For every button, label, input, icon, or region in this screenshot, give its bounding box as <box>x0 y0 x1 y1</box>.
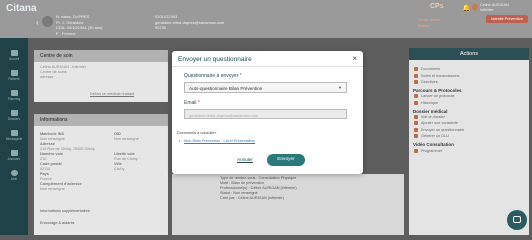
patient-avatar <box>42 16 53 27</box>
sidebar-item-label: Patients <box>8 77 20 81</box>
bell-icon[interactable]: 🔔 <box>462 4 471 12</box>
actions-section-parcours: Parcours & Protocoles Lancer un protocol… <box>409 88 529 106</box>
info-label: Code postal <box>40 162 62 166</box>
patient-line: F - Femme <box>56 30 76 36</box>
email-field[interactable]: geraldine.reisd-dupres@sanamsw.com <box>184 109 347 119</box>
set-doctor-link[interactable]: Définir ce médecin traitant <box>90 92 134 97</box>
info-col-right: OID Non renseigné Libellé voie Rue de Cl… <box>114 132 164 172</box>
patient-contact: 0201022403 geraldine.reisd-dupres@sanams… <box>155 14 224 31</box>
help-icon <box>10 170 18 176</box>
info-panel: Informations Matricule INS Non renseigné… <box>34 114 168 235</box>
sidebar-item-label: Aide <box>10 177 18 181</box>
questionnaire-modal: Envoyer un questionnaire × Questionnaire… <box>172 51 363 174</box>
sidebar-item-patients[interactable]: Patients <box>0 70 28 81</box>
notify-link[interactable]: Notifier <box>418 23 440 29</box>
user-avatar <box>472 4 478 10</box>
actions-section-video: Vidéo Consultation Programmer <box>409 142 529 153</box>
sidebar-item-messagerie[interactable]: Messagerie <box>0 130 28 141</box>
sidebar-item-aide[interactable]: Aide <box>0 170 28 181</box>
info-value: Non renseigné <box>40 187 65 191</box>
entourage-section[interactable]: Entourage & aidants <box>40 221 74 226</box>
sidebar-item-annuaire[interactable]: Annuaire <box>0 150 28 161</box>
chevron-down-icon: ▼ <box>338 85 342 90</box>
patient-line: CDA: 04/10/1981 (39 ans) <box>56 25 103 30</box>
app-logo: Citana <box>6 3 37 14</box>
back-arrow-icon[interactable]: ‹ <box>36 18 39 27</box>
documents-label: Documents à consulter : <box>177 131 218 135</box>
questionnaire-label: Questionnaire à envoyer * <box>184 73 242 79</box>
top-bar: Citana ‹ N. naiss. DUPRES Pr. J. Géraldi… <box>0 0 532 38</box>
user-role: Infirmier <box>480 8 494 12</box>
questionnaire-selected-value: Auto-questionnaire Bilan Prévention <box>189 85 263 91</box>
email-label-text: Email <box>184 100 197 106</box>
sidebar-item-label: Dossiers <box>7 117 21 121</box>
centre-line: adresse <box>40 75 54 79</box>
patient-summary: N. naiss. DUPRES Pr. J. Géraldine CDA: 0… <box>42 14 103 36</box>
consultation-details: Type de rendez-vous : Consultation Physi… <box>220 176 297 201</box>
actions-section-docs: Documents Notes et transmissions Directi… <box>409 66 529 85</box>
info-label: Libellé voie <box>114 152 135 156</box>
required-marker: * <box>197 100 200 106</box>
users-icon <box>10 70 18 76</box>
book-icon <box>10 150 18 156</box>
centre-title: Centre de soin <box>34 50 168 62</box>
info-col-left: Matricule INS Non renseigné Adresse 210 … <box>40 132 100 192</box>
email-label: Email * <box>184 100 200 106</box>
sidebar-item-label: Planning <box>7 97 21 101</box>
close-icon[interactable]: × <box>352 54 357 63</box>
consult-line: Créé par : Céline AURIGAN (infirmier) <box>220 196 284 200</box>
sidebar-item-dossiers[interactable]: Dossiers <box>0 110 28 121</box>
sidebar-item-label: Annuaire <box>7 157 21 161</box>
questionnaire-label-text: Questionnaire à envoyer <box>184 73 239 79</box>
actions-title: Actions <box>409 48 529 60</box>
action-directives[interactable]: Directives <box>411 79 527 85</box>
sidebar-item-label: Accueil <box>8 57 20 61</box>
questionnaire-select[interactable]: Auto-questionnaire Bilan Prévention ▼ <box>184 82 347 93</box>
info-label: Complément d'adresse <box>40 182 82 186</box>
info-label: OID <box>114 132 121 136</box>
folder-icon <box>10 110 18 116</box>
info-title: Informations <box>34 114 168 126</box>
sidebar-item-accueil[interactable]: Accueil <box>0 50 28 61</box>
send-button[interactable]: Envoyer <box>267 154 305 166</box>
chat-button[interactable] <box>507 210 527 230</box>
action-schedule[interactable]: Programmer <box>411 147 527 153</box>
app-root: Citana ‹ N. naiss. DUPRES Pr. J. Géraldi… <box>0 0 532 235</box>
calendar-icon <box>10 90 18 96</box>
extra-info-section[interactable]: Informations supplémentaires <box>40 209 90 214</box>
required-marker: * <box>239 73 242 79</box>
chat-icon <box>513 216 521 223</box>
info-label: Pays <box>40 172 49 176</box>
postal-line: 95730 <box>155 25 167 30</box>
info-value: Clichy <box>114 167 125 171</box>
action-generate-dlu[interactable]: Générer un DLU <box>411 133 527 139</box>
action-history[interactable]: Historique <box>411 100 527 106</box>
identity-button[interactable]: Identité Prévention <box>486 15 528 23</box>
home-icon <box>10 50 18 56</box>
info-label: Adresse <box>40 142 55 146</box>
sidebar-item-label: Messagerie <box>5 137 23 141</box>
info-label: Matricule INS <box>40 132 65 136</box>
actions-panel: Actions Documents Notes et transmissions… <box>409 48 529 235</box>
info-label: Numéro voie <box>40 152 63 156</box>
centre-panel: Centre de soin Céline AURIGAN - Infirmie… <box>34 50 168 102</box>
message-icon <box>10 130 18 136</box>
alerts-links: Alerte active Notifier <box>418 17 440 29</box>
sidebar: Accueil Patients Planning Dossiers Messa… <box>0 38 28 235</box>
info-label: Ville <box>114 162 122 166</box>
modal-title: Envoyer un questionnaire <box>178 56 252 63</box>
cancel-button[interactable]: Annuler <box>237 157 253 162</box>
document-link[interactable]: Mon Bilan Prévention - Livret Présentati… <box>179 139 255 143</box>
actions-section-dossier: Dossier médical Voir le dossier Ajouter … <box>409 109 529 140</box>
modal-divider <box>172 66 363 67</box>
sidebar-item-planning[interactable]: Planning <box>0 90 28 101</box>
current-user[interactable]: Celine AURIGAN Infirmier <box>472 3 509 13</box>
centre-details: Céline AURIGAN - Infirmier Centre de soi… <box>40 65 86 80</box>
consultation-card: Type de rendez-vous : Consultation Physi… <box>172 174 404 235</box>
cps-card-status[interactable]: CPs <box>430 3 444 10</box>
